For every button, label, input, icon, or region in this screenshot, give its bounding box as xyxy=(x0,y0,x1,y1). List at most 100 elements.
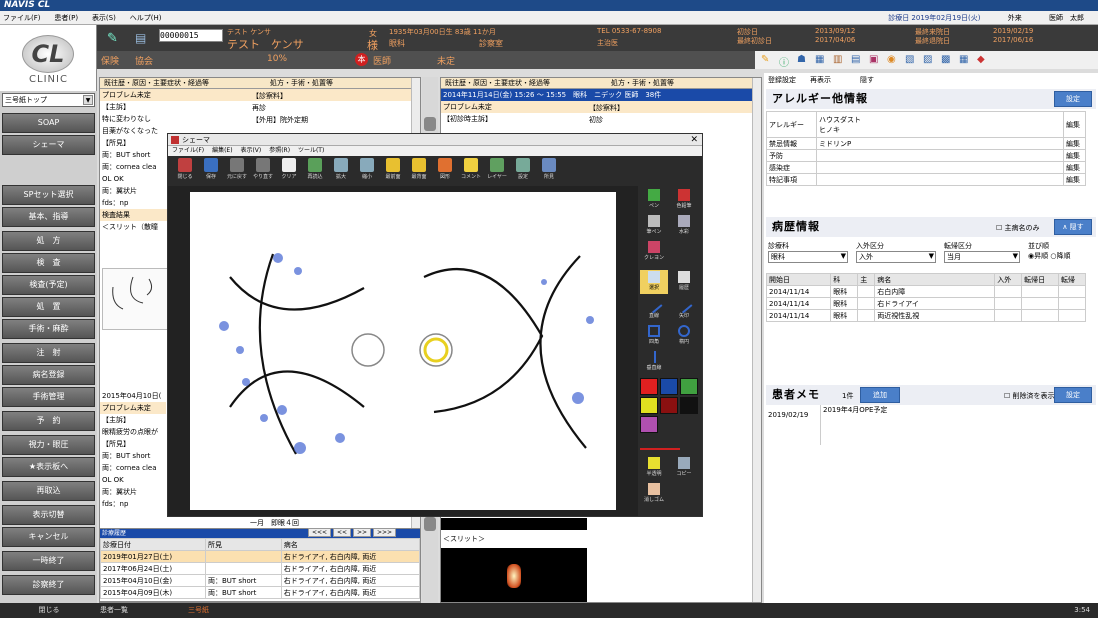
tool-history[interactable]: 履歴 xyxy=(670,270,698,294)
color-swatch[interactable] xyxy=(660,378,678,395)
tool-select[interactable]: 選択 xyxy=(640,270,668,294)
tool-comment[interactable]: コメント xyxy=(458,156,484,186)
tool-copy[interactable]: コピー xyxy=(670,456,698,480)
tab-redisplay[interactable]: 再表示 xyxy=(810,75,831,85)
tool-brush-pen[interactable]: 筆ペン xyxy=(640,214,668,238)
color-swatch[interactable] xyxy=(640,416,658,433)
info-icon[interactable]: ⓘ xyxy=(779,54,789,69)
tool-back[interactable]: 最背面 xyxy=(406,156,432,186)
visit-header[interactable]: 2014年11月14日(金) 15:26 〜 15:55 眼科 ニデック 医師 … xyxy=(441,89,761,101)
patient-icon[interactable]: ✎ xyxy=(107,31,118,46)
btn-cancel[interactable]: キャンセル xyxy=(2,527,95,547)
menu-patient[interactable]: 患者(P) xyxy=(51,14,78,22)
splitter-handle-icon[interactable] xyxy=(424,517,436,531)
tool-redo[interactable]: やり直す xyxy=(250,156,276,186)
tool-crayon[interactable]: クレヨン xyxy=(640,240,668,264)
diag-col-date[interactable]: 診療日付 xyxy=(100,538,206,551)
filter-outcome-select[interactable]: 当月 ▼ xyxy=(944,251,1020,263)
line-width-select[interactable] xyxy=(640,438,680,450)
memo-settings-button[interactable]: 設定 xyxy=(1054,387,1092,403)
btn-display-board[interactable]: ★表示板へ xyxy=(2,457,95,477)
folder-icon[interactable]: ▨ xyxy=(923,54,932,65)
table-row[interactable]: 2014/11/14 眼科 右白内障 xyxy=(765,285,1086,298)
btn-schema[interactable]: シェーマ xyxy=(2,135,95,155)
tool-layer[interactable]: レイヤー xyxy=(484,156,510,186)
col-outcome[interactable]: 転帰 xyxy=(1058,273,1086,286)
tool-translucent[interactable]: 半透明 xyxy=(640,456,668,480)
btn-surgery[interactable]: 手術・麻酔 xyxy=(2,319,95,339)
history-scrollbar-2[interactable] xyxy=(752,78,761,602)
btn-surgery-mgmt[interactable]: 手術管理 xyxy=(2,387,95,407)
tool-ellipse[interactable]: 楕円 xyxy=(670,324,698,348)
table-row[interactable]: 2014/11/14 眼科 両近視性乱視 xyxy=(765,309,1086,322)
flag-icon[interactable]: ◆ xyxy=(977,54,985,65)
diag-col-finding[interactable]: 所見 xyxy=(205,538,282,551)
allergy-edit-button[interactable]: 編集 xyxy=(1063,111,1086,138)
col-outcome-date[interactable]: 転帰日 xyxy=(1021,273,1060,286)
notes-edit-button[interactable]: 編集 xyxy=(1063,173,1086,186)
memo-text[interactable]: 2019年4月OPE予定 xyxy=(820,405,1088,445)
pager-next[interactable]: >> xyxy=(353,528,372,537)
disease-hide-button[interactable]: ∧ 隠す xyxy=(1054,219,1092,235)
btn-treatment[interactable]: 処 置 xyxy=(2,297,95,317)
layout-dropdown[interactable]: 三号紙トップ ▼ xyxy=(2,93,95,107)
image-icon[interactable]: ▣ xyxy=(869,54,878,65)
main-only-checkbox[interactable]: ☐ 主病名のみ xyxy=(996,223,1040,233)
tool-colored-pencil[interactable]: 色鉛筆 xyxy=(670,188,698,212)
close-icon[interactable]: ✕ xyxy=(690,134,698,146)
tab-register[interactable]: 登録設定 xyxy=(768,75,796,85)
table-row[interactable]: 2014/11/14 眼科 右ドライアイ xyxy=(765,297,1086,310)
btn-vision[interactable]: 視力・眼圧 xyxy=(2,435,95,455)
tool-close[interactable]: 閉じる xyxy=(172,156,198,186)
menu-file[interactable]: ファイル(F) xyxy=(0,14,41,22)
globe-icon[interactable]: ◉ xyxy=(887,54,896,65)
col-main[interactable]: 主 xyxy=(857,273,876,286)
tool-undo[interactable]: 元に戻す xyxy=(224,156,250,186)
filter-inout-select[interactable]: 入外 ▼ xyxy=(856,251,936,263)
tool-rect[interactable]: 四角 xyxy=(640,324,668,348)
chart-icon[interactable]: ▥ xyxy=(833,54,842,65)
table-row[interactable]: 2017年06月24日(土) 右ドライアイ, 右白内障, 両近 xyxy=(100,562,421,575)
infection-edit-button[interactable]: 編集 xyxy=(1063,161,1086,174)
tool-watercolor[interactable]: 水彩 xyxy=(670,214,698,238)
memo-add-button[interactable]: 追加 xyxy=(860,387,900,403)
btn-sp-set[interactable]: SPセット選択 xyxy=(2,185,95,205)
color-swatch[interactable] xyxy=(640,378,658,395)
document-icon[interactable]: ▤ xyxy=(851,54,860,65)
btn-finish[interactable]: 診察終了 xyxy=(2,575,95,595)
btn-soap[interactable]: SOAP xyxy=(2,113,95,133)
schema-menu-file[interactable]: ファイル(F) xyxy=(172,147,204,154)
close-app-button[interactable]: 閉じる xyxy=(4,603,94,618)
chevron-down-icon[interactable]: ▼ xyxy=(83,95,93,105)
tool-shape[interactable]: 図形 xyxy=(432,156,458,186)
pencil-icon[interactable]: ✎ xyxy=(761,54,769,65)
tool-line[interactable]: 直線 xyxy=(640,296,668,322)
schema-menu-edit[interactable]: 編集(E) xyxy=(212,147,232,154)
schema-drawing[interactable] xyxy=(168,186,638,516)
schema-menu-tools[interactable]: ツール(T) xyxy=(298,147,324,154)
btn-prescription[interactable]: 処 方 xyxy=(2,231,95,251)
menu-view[interactable]: 表示(S) xyxy=(89,14,116,22)
col-inout[interactable]: 入外 xyxy=(994,273,1023,286)
btn-pause[interactable]: 一時終了 xyxy=(2,551,95,571)
screen-icon[interactable]: ▩ xyxy=(941,54,950,65)
col-disease[interactable]: 病名 xyxy=(874,273,996,286)
tool-settings[interactable]: 設定 xyxy=(510,156,536,186)
people-icon[interactable]: ☗ xyxy=(797,54,806,65)
color-swatch[interactable] xyxy=(660,397,678,414)
scan-icon[interactable]: ▧ xyxy=(905,54,914,65)
btn-appointment[interactable]: 予 約 xyxy=(2,411,95,431)
taskbar-patient-list[interactable]: 患者一覧 xyxy=(100,603,128,618)
allergy-settings-button[interactable]: 設定 xyxy=(1054,91,1092,107)
schema-menu-ref[interactable]: 参照(R) xyxy=(269,147,290,154)
contraindication-edit-button[interactable]: 編集 xyxy=(1063,137,1086,150)
patient-id-input[interactable] xyxy=(159,29,223,42)
card-icon[interactable]: ▤ xyxy=(135,31,146,45)
color-swatch[interactable] xyxy=(680,397,698,414)
pager-prev[interactable]: << xyxy=(333,528,352,537)
sketch-thumbnail[interactable] xyxy=(102,268,168,330)
col-dept[interactable]: 科 xyxy=(830,273,859,286)
taskbar-chart[interactable]: 三号紙 xyxy=(188,603,209,618)
btn-exam[interactable]: 検 査 xyxy=(2,253,95,273)
tool-zoom-in[interactable]: 拡大 xyxy=(328,156,354,186)
